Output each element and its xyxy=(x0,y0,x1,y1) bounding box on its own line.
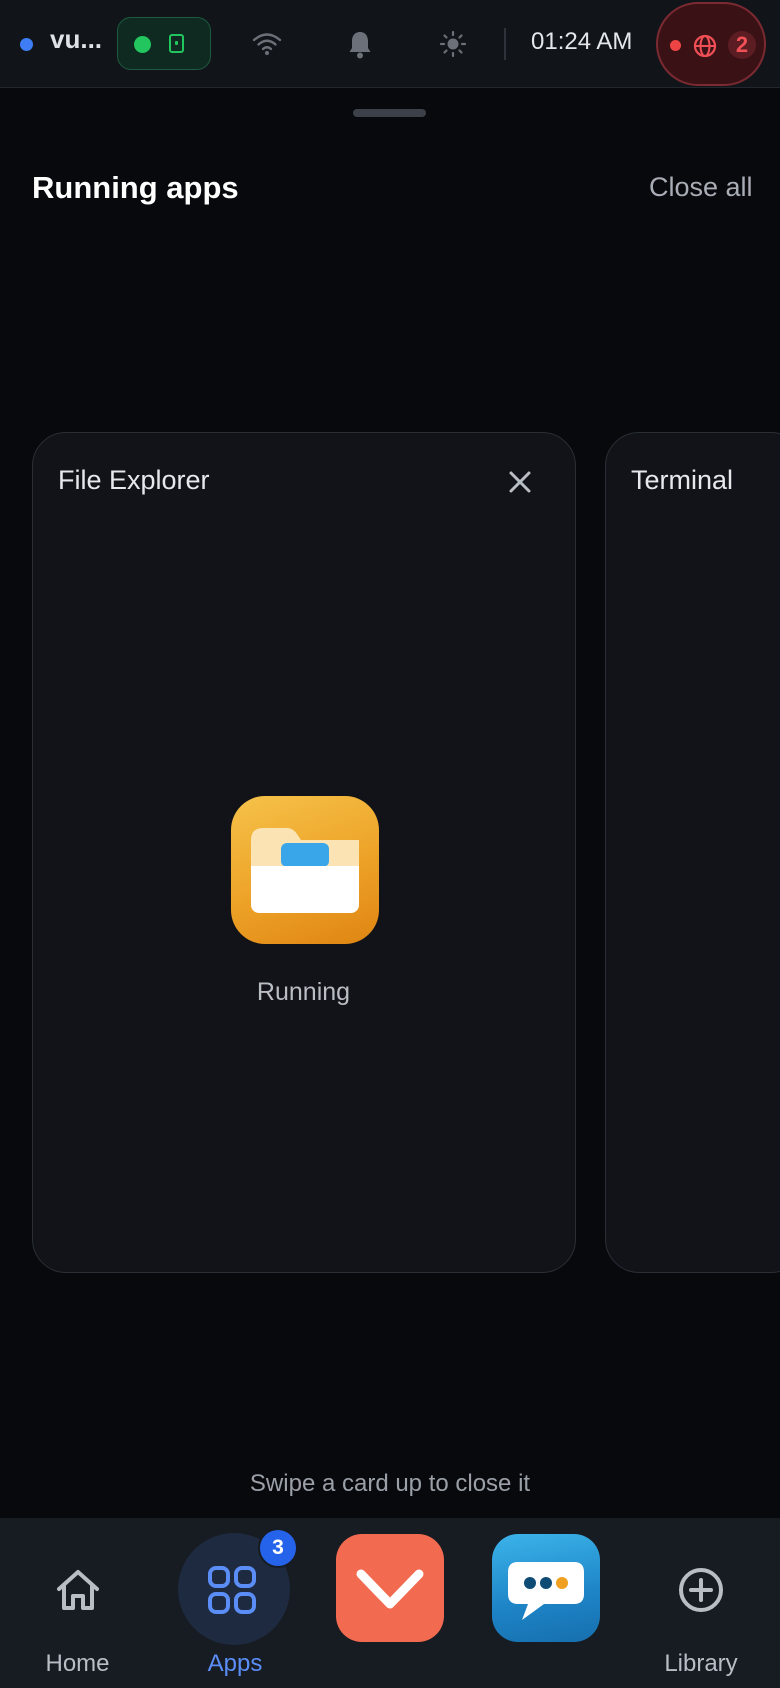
sheet-grabber[interactable] xyxy=(353,109,426,117)
dock: Home 3 Apps Library xyxy=(0,1518,780,1688)
card-title: Terminal xyxy=(631,465,734,495)
app-card-terminal[interactable]: Terminal xyxy=(605,432,780,1273)
alert-dot-icon xyxy=(670,40,681,51)
globe-icon xyxy=(693,34,717,58)
clock: 01:24 AM xyxy=(531,28,633,55)
chat-bubble-icon xyxy=(508,1562,584,1620)
brightness-icon[interactable] xyxy=(439,30,467,58)
device-name[interactable]: vu... xyxy=(50,24,102,55)
vpn-status-pill[interactable] xyxy=(117,17,211,70)
close-all-button[interactable]: Close all xyxy=(649,172,753,203)
home-icon xyxy=(57,1570,99,1610)
apps-grid-icon xyxy=(208,1566,256,1614)
wifi-icon[interactable] xyxy=(252,32,282,56)
alert-count-badge: 2 xyxy=(728,31,756,59)
card-title: File Explorer xyxy=(58,465,210,495)
dock-app-messages[interactable] xyxy=(492,1534,600,1642)
swipe-hint: Swipe a card up to close it xyxy=(249,1470,531,1497)
dock-apps[interactable]: 3 Apps xyxy=(160,1518,310,1688)
checkmark-icon xyxy=(356,1569,424,1609)
status-bar: vu... 01:24 AM 2 xyxy=(0,0,780,88)
dock-app-checkmark[interactable] xyxy=(336,1534,444,1642)
apps-count-badge: 3 xyxy=(258,1528,298,1568)
bell-icon[interactable] xyxy=(347,29,373,59)
connection-dot-icon xyxy=(20,38,33,51)
dock-library[interactable]: Library xyxy=(628,1518,780,1688)
dock-home-label: Home xyxy=(45,1650,110,1677)
online-dot-icon xyxy=(134,36,151,53)
dock-library-label: Library xyxy=(664,1650,738,1677)
folder-icon xyxy=(231,796,379,944)
close-icon[interactable] xyxy=(503,465,537,499)
network-alert-pill[interactable]: 2 xyxy=(656,2,766,86)
device-icon xyxy=(169,34,184,53)
divider xyxy=(504,28,506,60)
dock-apps-label: Apps xyxy=(207,1650,263,1677)
app-card-file-explorer[interactable]: File Explorer Running xyxy=(32,432,576,1273)
dock-home[interactable]: Home xyxy=(0,1518,155,1688)
add-circle-icon xyxy=(679,1568,723,1612)
app-status: Running xyxy=(256,978,351,1006)
page-title: Running apps xyxy=(32,170,239,205)
